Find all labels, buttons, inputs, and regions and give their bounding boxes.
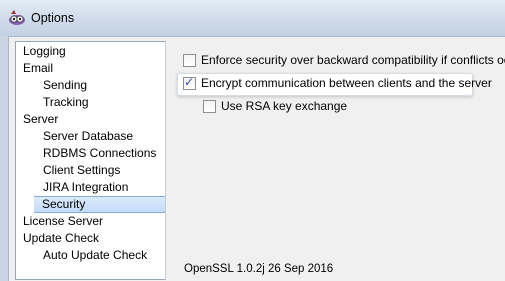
checkmark-icon: ✓: [184, 74, 195, 89]
encrypt-communication-label: Encrypt communication between clients an…: [201, 76, 492, 90]
app-logo-icon: [9, 10, 25, 25]
enforce-security-label: Enforce security over backward compatibi…: [201, 53, 505, 67]
enforce-security-checkbox[interactable]: [183, 53, 196, 67]
tree-item-email[interactable]: Email: [16, 60, 165, 77]
tree-item-logging[interactable]: Logging: [16, 43, 165, 60]
tree-item-security[interactable]: Security: [34, 196, 165, 213]
openssl-version-text: OpenSSL 1.0.2j 26 Sep 2016: [184, 263, 334, 275]
tree-item-server-database[interactable]: Server Database: [16, 128, 165, 145]
tree-item-jira-integration[interactable]: JIRA Integration: [16, 179, 165, 196]
encrypt-communication-option[interactable]: ✓ Encrypt communication between clients …: [183, 74, 492, 92]
tree-item-rdbms-connections[interactable]: RDBMS Connections: [16, 145, 165, 162]
rsa-key-exchange-checkbox[interactable]: [203, 99, 216, 113]
rsa-key-exchange-option[interactable]: Use RSA key exchange: [203, 97, 347, 115]
tree-item-client-settings[interactable]: Client Settings: [16, 162, 165, 179]
encrypt-communication-checkbox[interactable]: ✓: [183, 74, 196, 90]
tree-item-update-check[interactable]: Update Check: [16, 230, 165, 247]
options-tree[interactable]: Logging Email Sending Tracking Server Se…: [15, 41, 166, 280]
title-bar: Options: [0, 0, 505, 36]
tree-item-tracking[interactable]: Tracking: [16, 94, 165, 111]
rsa-key-exchange-label: Use RSA key exchange: [221, 99, 348, 113]
window-title: Options: [31, 11, 75, 25]
tree-item-license-server[interactable]: License Server: [16, 213, 165, 230]
enforce-security-option[interactable]: Enforce security over backward compatibi…: [183, 51, 505, 69]
tree-item-server[interactable]: Server: [16, 111, 165, 128]
tree-item-sending[interactable]: Sending: [16, 77, 165, 94]
tree-item-auto-update-check[interactable]: Auto Update Check: [16, 247, 165, 264]
